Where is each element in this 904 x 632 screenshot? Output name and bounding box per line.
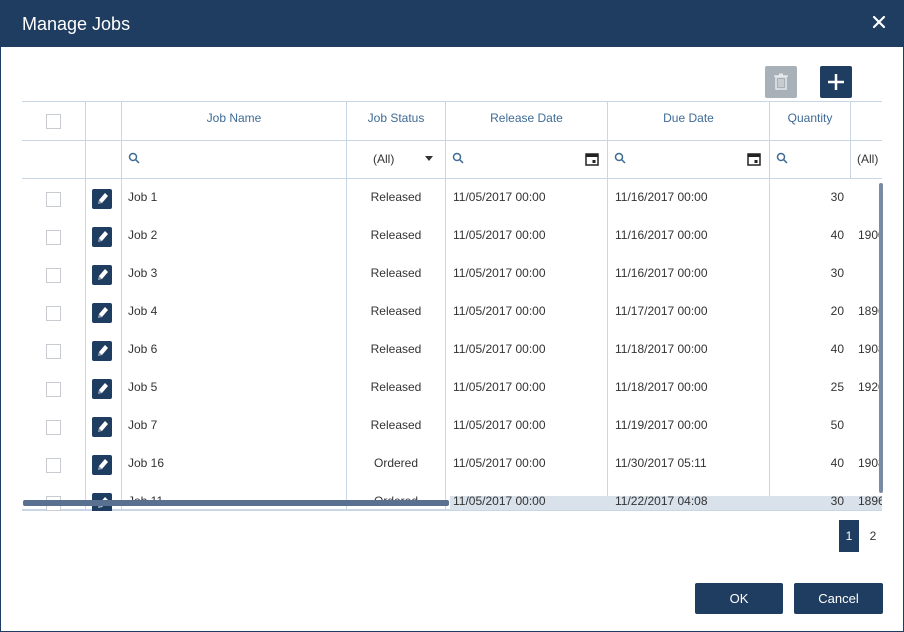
row-checkbox[interactable] [46,420,61,435]
quantity-cell: 40 [830,342,844,356]
job-name-cell: Job 3 [128,266,158,280]
quantity-cell: 25 [830,380,844,394]
manage-jobs-dialog: Manage Jobs Job Name Job Status Release … [0,0,904,632]
job-status-cell: Ordered [373,456,419,470]
release-date-cell: 11/05/2017 00:00 [453,228,546,242]
row-checkbox[interactable] [46,458,61,473]
page-2-button[interactable]: 2 [863,520,883,552]
due-date-cell: 11/16/2017 00:00 [615,266,708,280]
column-header-due-date[interactable]: Due Date [608,111,769,125]
release-date-cell: 11/05/2017 00:00 [453,418,546,432]
edit-icon[interactable] [92,227,112,247]
quantity-cell: 50 [830,418,844,432]
due-date-cell: 11/16/2017 00:00 [615,190,708,204]
edit-icon[interactable] [92,455,112,475]
trash-icon [774,73,788,90]
quantity-cell: 20 [830,304,844,318]
edit-icon[interactable] [92,265,112,285]
edit-icon[interactable] [92,417,112,437]
close-icon[interactable] [869,12,889,32]
job-name-cell: Job 5 [128,380,158,394]
quantity-cell: 30 [830,494,844,508]
release-date-cell: 11/05/2017 00:00 [453,342,546,356]
chevron-down-icon[interactable] [425,156,433,161]
edit-icon[interactable] [92,189,112,209]
job-name-cell: Job 2 [128,228,158,242]
quantity-cell: 40 [830,456,844,470]
search-icon[interactable] [776,152,788,164]
quantity-cell: 40 [830,228,844,242]
due-date-cell: 11/17/2017 00:00 [615,304,708,318]
row-checkbox[interactable] [46,306,61,321]
job-status-cell: Released [370,418,422,432]
page-1-button[interactable]: 1 [839,520,859,552]
row-checkbox[interactable] [46,230,61,245]
edit-icon[interactable] [92,341,112,361]
job-status-filter[interactable]: (All) [373,152,394,166]
edit-icon[interactable] [92,303,112,323]
row-checkbox[interactable] [46,192,61,207]
due-date-cell: 11/18/2017 00:00 [615,380,708,394]
column-header-release-date[interactable]: Release Date [446,111,607,125]
due-date-cell: 11/16/2017 00:00 [615,228,708,242]
delete-button[interactable] [765,66,797,98]
select-all-checkbox[interactable] [46,114,61,129]
edit-icon[interactable] [92,379,112,399]
job-status-cell: Released [370,380,422,394]
job-status-cell: Released [370,266,422,280]
vertical-scrollbar[interactable] [879,183,883,493]
release-date-cell: 11/05/2017 00:00 [453,456,546,470]
search-icon[interactable] [128,152,140,164]
release-date-cell: 11/05/2017 00:00 [453,494,546,508]
job-name-cell: Job 16 [128,456,165,470]
jobs-grid: Job Name Job Status Release Date Due Dat… [22,101,882,511]
ok-button[interactable]: OK [695,583,783,614]
job-status-cell: Released [370,304,422,318]
quantity-cell: 30 [830,190,844,204]
column-header-job-status[interactable]: Job Status [347,111,445,125]
horizontal-scrollbar[interactable] [23,500,449,506]
release-date-cell: 11/05/2017 00:00 [453,266,546,280]
due-date-cell: 11/19/2017 00:00 [615,418,708,432]
extra-cell: 1896 [858,494,882,508]
job-name-cell: Job 7 [128,418,158,432]
job-name-cell: Job 1 [128,190,158,204]
due-date-cell: 11/22/2017 04:08 [615,494,708,508]
column-header-job-name[interactable]: Job Name [122,111,346,125]
release-date-cell: 11/05/2017 00:00 [453,380,546,394]
column-header-quantity[interactable]: Quantity [770,111,850,125]
calendar-icon[interactable] [585,152,599,166]
dialog-title: Manage Jobs [22,14,131,34]
job-status-cell: Released [370,228,422,242]
last-column-filter[interactable]: (All) [857,152,878,166]
search-icon[interactable] [614,152,626,164]
cancel-button[interactable]: Cancel [794,583,883,614]
search-icon[interactable] [452,152,464,164]
quantity-cell: 30 [830,266,844,280]
row-checkbox[interactable] [46,268,61,283]
due-date-cell: 11/30/2017 05:11 [615,456,707,470]
row-checkbox[interactable] [46,344,61,359]
job-name-cell: Job 4 [128,304,158,318]
release-date-cell: 11/05/2017 00:00 [453,190,546,204]
job-name-cell: Job 6 [128,342,158,356]
job-status-cell: Released [370,342,422,356]
row-checkbox[interactable] [46,382,61,397]
release-date-cell: 11/05/2017 00:00 [453,304,546,318]
dialog-titlebar: Manage Jobs [1,1,903,47]
calendar-icon[interactable] [747,152,761,166]
job-status-cell: Released [370,190,422,204]
due-date-cell: 11/18/2017 00:00 [615,342,708,356]
add-job-button[interactable] [820,66,852,98]
plus-icon [828,74,844,90]
